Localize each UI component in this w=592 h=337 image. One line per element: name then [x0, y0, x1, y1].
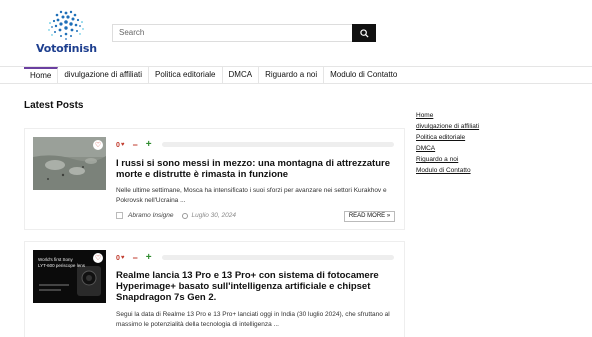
vote-down-button[interactable]: − — [132, 253, 137, 263]
vote-controls: 0 ♥ − + — [116, 253, 152, 263]
vote-heart-icon: ♥ — [120, 142, 125, 148]
post-excerpt: Nelle ultime settimane, Mosca ha intensi… — [116, 187, 387, 204]
favorite-heart-icon[interactable]: ♡ — [93, 253, 103, 263]
post-author[interactable]: Abramo Insigne — [128, 212, 174, 219]
section-heading: Latest Posts — [24, 100, 84, 111]
sidebar-link-contact[interactable]: Modulo di Contatto — [416, 165, 479, 176]
favorite-heart-icon[interactable]: ♡ — [93, 140, 103, 150]
search-button[interactable] — [352, 24, 376, 42]
nav-item-about[interactable]: Riguardo a noi — [259, 67, 325, 84]
vote-controls: 0 ♥ − + — [116, 140, 152, 150]
post-title[interactable]: Realme lancia 13 Pro e 13 Pro+ con siste… — [116, 270, 401, 303]
sidebar-link-dmca[interactable]: DMCA — [416, 143, 479, 154]
sidebar-link-about[interactable]: Riguardo a noi — [416, 154, 479, 165]
vote-up-button[interactable]: + — [146, 140, 152, 150]
vote-count: 0 — [116, 254, 120, 262]
logo-dots-icon — [48, 10, 84, 40]
post-excerpt: Segui la data di Realme 13 Pro e 13 Pro+… — [116, 311, 390, 328]
sidebar-link-affiliates[interactable]: divulgazione di affiliati — [416, 121, 479, 132]
sidebar-links: Home divulgazione di affiliati Politica … — [416, 110, 479, 176]
post-thumbnail[interactable]: ♡ — [33, 137, 106, 190]
post-title[interactable]: I russi si sono messi in mezzo: una mont… — [116, 158, 401, 180]
sidebar-link-editorial-policy[interactable]: Politica editoriale — [416, 132, 479, 143]
site-header: Votofinish Search — [0, 0, 592, 66]
post-date: Luglio 30, 2024 — [191, 212, 236, 219]
sidebar-link-home[interactable]: Home — [416, 110, 479, 121]
nav-item-editorial-policy[interactable]: Politica editoriale — [149, 67, 223, 84]
vote-count: 0 — [116, 141, 120, 149]
post-card: ♡ 0 ♥ − + I russi si sono messi in mezzo… — [24, 128, 405, 230]
main-nav: Home divulgazione di affiliati Politica … — [0, 66, 592, 84]
clock-icon — [181, 212, 188, 219]
avatar — [116, 212, 123, 219]
post-thumbnail[interactable]: World's first Sony LYT-600 periscope len… — [33, 250, 106, 303]
search-input[interactable]: Search — [112, 24, 352, 42]
search-icon — [359, 28, 369, 38]
post-card: World's first Sony LYT-600 periscope len… — [24, 241, 405, 337]
site-logo[interactable]: Votofinish — [36, 9, 97, 59]
post-meta: Abramo Insigne Luglio 30, 2024 — [116, 212, 236, 219]
vote-bar — [162, 255, 394, 260]
nav-item-affiliates[interactable]: divulgazione di affiliati — [58, 67, 150, 84]
vote-heart-icon: ♥ — [120, 255, 125, 261]
vote-bar — [162, 142, 394, 147]
vote-up-button[interactable]: + — [146, 253, 152, 263]
nav-item-contact[interactable]: Modulo di Contatto — [324, 67, 403, 84]
vote-down-button[interactable]: − — [132, 140, 137, 150]
nav-item-home[interactable]: Home — [24, 67, 59, 84]
thumb-caption-line-2: LYT-600 periscope lens — [38, 263, 85, 268]
nav-item-dmca[interactable]: DMCA — [223, 67, 260, 84]
read-more-button[interactable]: READ MORE » — [344, 211, 395, 222]
logo-text: Votofinish — [36, 42, 97, 55]
